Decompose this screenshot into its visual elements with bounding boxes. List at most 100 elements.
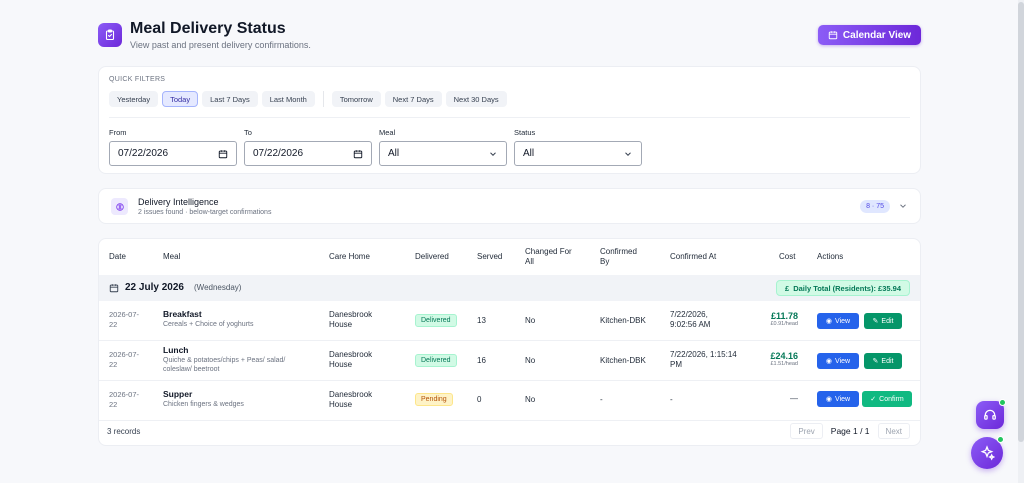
prev-page-button[interactable]: Prev xyxy=(790,423,823,439)
row-date-line2: 22 xyxy=(109,320,118,329)
support-button[interactable] xyxy=(976,399,1006,429)
col-care-home: Care Home xyxy=(329,252,370,261)
status-field-group: Status All xyxy=(514,128,642,166)
calendar-icon xyxy=(109,284,119,293)
meal-name: Supper xyxy=(163,389,193,399)
row-cost: — xyxy=(790,394,798,404)
row-confirmed-by: Kitchen-DBK xyxy=(600,316,646,325)
page-title: Meal Delivery Status xyxy=(130,20,286,37)
status-badge: Pending xyxy=(415,393,453,406)
quick-filters: Yesterday Today Last 7 Days Last Month T… xyxy=(109,91,507,107)
confirmed-at-line1: 7/22/2026, 1:15:14 xyxy=(670,350,737,359)
page-scrollbar[interactable] xyxy=(1018,0,1024,483)
view-button[interactable]: ◉ View xyxy=(817,391,859,407)
col-delivered: Delivered xyxy=(415,252,449,261)
care-home-line2: House xyxy=(329,360,353,369)
records-count: 3 records xyxy=(107,427,141,436)
filter-yesterday[interactable]: Yesterday xyxy=(109,91,159,107)
filter-last-7-days[interactable]: Last 7 Days xyxy=(202,91,258,107)
row-date: 2026-07- 22 xyxy=(109,310,139,330)
meal-field-group: Meal All xyxy=(379,128,507,166)
col-served: Served xyxy=(477,252,503,261)
eye-icon: ◉ xyxy=(825,396,833,403)
next-page-button[interactable]: Next xyxy=(877,423,910,439)
delivery-table: Date Meal Care Home Delivered Served Cha… xyxy=(98,238,921,446)
row-meal: Supper Chicken fingers & wedges xyxy=(163,389,244,409)
from-label: From xyxy=(109,128,127,137)
pagination: Prev Page 1 / 1 Next xyxy=(790,423,910,439)
online-indicator xyxy=(999,399,1006,406)
col-confirmed-at: Confirmed At xyxy=(670,252,717,261)
row-date: 2026-07- 22 xyxy=(109,350,139,370)
filters-divider xyxy=(109,117,910,118)
view-label: View xyxy=(835,395,851,403)
scrollbar-thumb[interactable] xyxy=(1018,2,1024,442)
view-button[interactable]: ◉ View xyxy=(817,353,859,369)
row-confirmed-at: 7/22/2026, 9:02:56 AM xyxy=(670,310,710,330)
intel-badge: 8 · 75 xyxy=(860,200,890,213)
filter-last-month[interactable]: Last Month xyxy=(261,91,315,107)
edit-icon: ✎ xyxy=(872,358,879,365)
calendar-icon xyxy=(353,149,363,158)
delivery-intelligence-panel[interactable]: Delivery Intelligence 2 issues found · b… xyxy=(98,188,921,224)
check-circle-icon: ✓ xyxy=(870,396,877,403)
eye-icon: ◉ xyxy=(825,318,833,325)
to-date-value: 07/22/2026 xyxy=(253,148,304,159)
view-label: View xyxy=(835,317,851,325)
status-select[interactable]: All xyxy=(514,141,642,166)
intel-subtitle: 2 issues found · below-target confirmati… xyxy=(138,209,272,216)
col-actions: Actions xyxy=(817,252,844,261)
row-changed: No xyxy=(525,356,536,365)
meal-description-line1: Quiche & potatoes/chips + Peas/ salad/ xyxy=(163,357,286,364)
confirmed-at-line1: 7/22/2026, xyxy=(670,310,708,319)
row-care-home: Danesbrook House xyxy=(329,350,372,370)
meal-select[interactable]: All xyxy=(379,141,507,166)
row-served: 0 xyxy=(477,395,482,404)
row-cost: £24.16 £1.51/head xyxy=(770,351,798,367)
calendar-view-button[interactable]: Calendar View xyxy=(818,25,921,45)
chevron-down-icon[interactable] xyxy=(898,201,908,211)
care-home-line1: Danesbrook xyxy=(329,390,373,399)
confirmed-at-line2: PM xyxy=(670,360,682,369)
edit-button[interactable]: ✎ Edit xyxy=(864,353,902,369)
meal-label: Meal xyxy=(379,128,396,137)
col-cost: Cost xyxy=(779,252,796,261)
from-date-input[interactable]: 07/22/2026 xyxy=(109,141,237,166)
col-changed-for-all: Changed For All xyxy=(525,247,572,267)
filter-today[interactable]: Today xyxy=(162,91,199,107)
col-changed-line2: All xyxy=(525,257,534,266)
assistant-button[interactable] xyxy=(971,436,1004,469)
edit-button[interactable]: ✎ Edit xyxy=(864,313,902,329)
row-date-line1: 2026-07- xyxy=(109,350,140,359)
status-select-value: All xyxy=(523,148,535,159)
table-row: 2026-07- 22 Breakfast Cereals + Choice o… xyxy=(99,301,920,341)
care-home-line2: House xyxy=(329,320,353,329)
to-label: To xyxy=(244,128,252,137)
to-date-input[interactable]: 07/22/2026 xyxy=(244,141,372,166)
confirm-button[interactable]: ✓ Confirm xyxy=(862,391,912,407)
col-meal: Meal xyxy=(163,252,181,261)
intel-title: Delivery Intelligence xyxy=(138,197,219,207)
quick-filters-label: QUICK FILTERS xyxy=(109,76,166,83)
cost-value: — xyxy=(790,394,798,403)
from-field-group: From 07/22/2026 xyxy=(109,128,237,166)
row-served: 13 xyxy=(477,316,486,325)
row-confirmed-at: - xyxy=(670,395,673,404)
row-cost: £11.78 £0.91/head xyxy=(770,311,798,327)
filter-next-7-days[interactable]: Next 7 Days xyxy=(384,91,442,107)
status-badge: Delivered xyxy=(415,354,457,367)
calendar-icon xyxy=(218,149,228,158)
cost-per-head: £0.91/head xyxy=(770,321,798,327)
filter-next-30-days[interactable]: Next 30 Days xyxy=(445,91,507,107)
edit-icon: ✎ xyxy=(872,318,879,325)
eye-icon: ◉ xyxy=(825,358,833,365)
row-confirmed-at: 7/22/2026, 1:15:14 PM xyxy=(670,350,737,370)
care-home-line1: Danesbrook xyxy=(329,350,373,359)
meal-description: Chicken fingers & wedges xyxy=(163,401,244,408)
meal-description: Cereals + Choice of yoghurts xyxy=(163,321,254,328)
filter-separator xyxy=(322,91,324,107)
filter-tomorrow[interactable]: Tomorrow xyxy=(331,91,381,107)
page-subtitle: View past and present delivery confirmat… xyxy=(130,40,311,50)
col-confirmed-by: Confirmed By xyxy=(600,247,637,267)
view-button[interactable]: ◉ View xyxy=(817,313,859,329)
